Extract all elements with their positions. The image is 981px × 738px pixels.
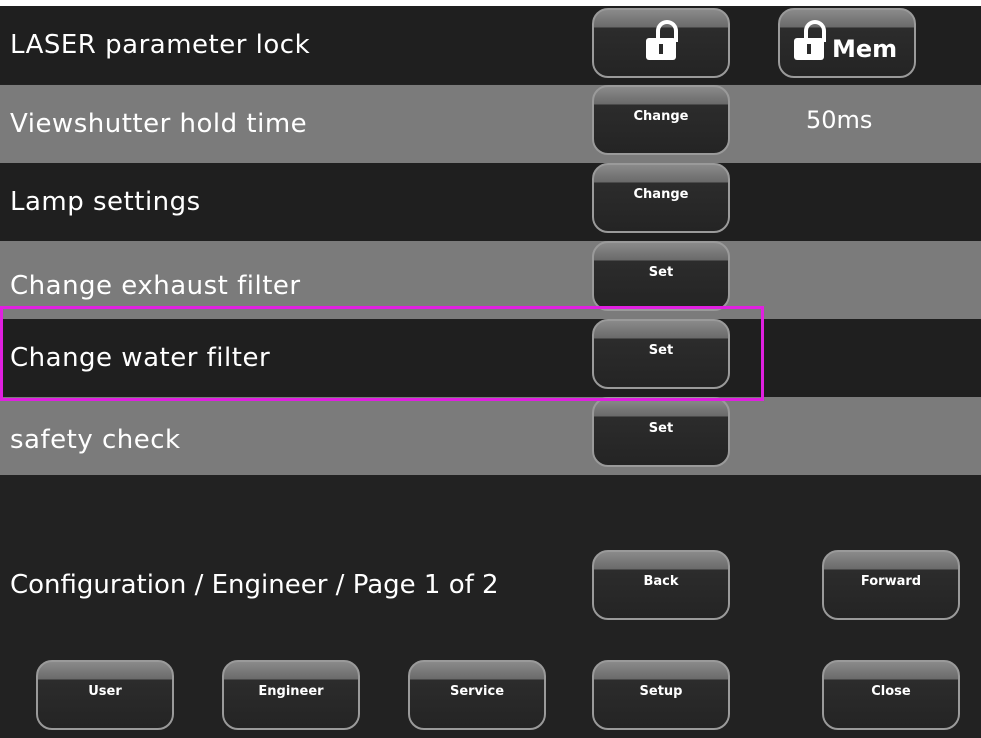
close-button[interactable]: Close — [822, 660, 960, 730]
lock-memory-button[interactable]: Mem — [778, 8, 916, 78]
button-label: Set — [648, 343, 674, 358]
lock-icon — [646, 20, 682, 60]
change-lamp-settings-button[interactable]: Change — [592, 163, 730, 233]
button-label: Forward — [860, 574, 922, 589]
row-viewshutter-hold-time: Viewshutter hold time 50ms — [0, 85, 981, 163]
row-label: Lamp settings — [10, 187, 201, 217]
lock-button[interactable] — [592, 8, 730, 78]
button-label: Service — [449, 684, 505, 699]
set-water-filter-button[interactable]: Set — [592, 319, 730, 389]
button-label: Back — [643, 574, 679, 589]
service-button[interactable]: Service — [408, 660, 546, 730]
button-label: Set — [648, 265, 674, 280]
row-safety-check: safety check — [0, 397, 981, 475]
user-button[interactable]: User — [36, 660, 174, 730]
button-label: Engineer — [258, 684, 324, 699]
row-label: LASER parameter lock — [10, 30, 311, 60]
set-safety-check-button[interactable]: Set — [592, 397, 730, 467]
row-label: Viewshutter hold time — [10, 109, 308, 139]
breadcrumb: Configuration / Engineer / Page 1 of 2 — [10, 570, 499, 600]
button-label: Change — [633, 109, 689, 124]
row-change-water-filter: Change water filter — [0, 319, 981, 397]
lock-icon — [794, 20, 830, 60]
row-label: Change water filter — [10, 343, 271, 373]
set-exhaust-filter-button[interactable]: Set — [592, 241, 730, 311]
mem-label: Mem — [832, 35, 898, 63]
hold-time-value: 50ms — [806, 106, 873, 134]
change-viewshutter-button[interactable]: Change — [592, 85, 730, 155]
button-label: Close — [871, 684, 911, 699]
button-label: Change — [633, 187, 689, 202]
setup-button[interactable]: Setup — [592, 660, 730, 730]
button-label: User — [88, 684, 122, 699]
engineer-button[interactable]: Engineer — [222, 660, 360, 730]
row-change-exhaust-filter: Change exhaust filter — [0, 241, 981, 319]
forward-button[interactable]: Forward — [822, 550, 960, 620]
button-label: Set — [648, 421, 674, 436]
config-screen: LASER parameter lock Mem Viewshutter hol… — [0, 0, 981, 738]
back-button[interactable]: Back — [592, 550, 730, 620]
row-lamp-settings: Lamp settings — [0, 163, 981, 241]
row-label: Change exhaust filter — [10, 271, 301, 301]
button-label: Setup — [639, 684, 683, 699]
row-label: safety check — [10, 425, 181, 455]
